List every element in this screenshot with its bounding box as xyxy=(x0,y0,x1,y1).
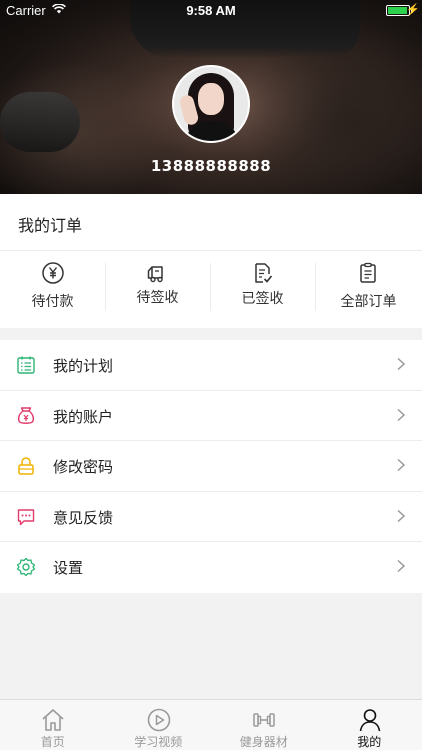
settings-menu: 我的计划 我的账户 修改密码 意见反馈 设置 xyxy=(0,340,422,593)
tab-study-videos[interactable]: 学习视频 xyxy=(106,700,212,750)
tab-label: 首页 xyxy=(40,735,65,749)
user-phone-number: 13888888888 xyxy=(150,157,272,175)
background-dumbbell xyxy=(0,92,80,152)
tab-label: 健身器材 xyxy=(239,735,288,749)
order-signed[interactable]: 已签收 xyxy=(210,251,315,328)
menu-item-my-account[interactable]: 我的账户 xyxy=(0,391,422,441)
signed-document-icon xyxy=(255,263,273,283)
tab-mine[interactable]: 我的 xyxy=(317,700,422,750)
order-status-row: 待付款 待签收 已签收 全部订单 xyxy=(0,251,422,328)
gear-icon xyxy=(16,557,36,577)
plan-list-icon xyxy=(17,356,35,374)
menu-item-feedback[interactable]: 意见反馈 xyxy=(0,492,422,542)
tab-home[interactable]: 首页 xyxy=(0,700,106,750)
menu-item-settings[interactable]: 设置 xyxy=(0,542,422,593)
my-orders-title[interactable]: 我的订单 xyxy=(18,212,82,236)
person-icon xyxy=(359,709,380,732)
chevron-right-icon xyxy=(397,559,406,573)
menu-item-change-password[interactable]: 修改密码 xyxy=(0,441,422,492)
dumbbell-icon xyxy=(253,713,275,727)
menu-item-label: 修改密码 xyxy=(53,458,114,476)
clipboard-list-icon xyxy=(360,262,376,283)
menu-item-label: 设置 xyxy=(53,559,84,577)
delivery-truck-icon xyxy=(147,266,163,283)
tab-bar: 首页 学习视频 健身器材 我的 xyxy=(0,699,422,750)
order-pending-payment[interactable]: 待付款 xyxy=(0,251,105,328)
money-bag-icon xyxy=(17,406,35,424)
my-orders-card: 我的订单 待付款 待签收 已签收 全部订单 xyxy=(0,194,422,328)
profile-header: Carrier 9:58 AM ⚡ 13888888888 xyxy=(0,0,422,194)
menu-item-my-plan[interactable]: 我的计划 xyxy=(0,340,422,391)
lock-icon xyxy=(18,457,34,475)
chevron-right-icon xyxy=(397,357,406,371)
chat-bubble-icon xyxy=(17,508,35,525)
avatar[interactable] xyxy=(172,65,250,143)
menu-item-label: 我的计划 xyxy=(53,357,114,375)
play-circle-icon xyxy=(147,708,170,732)
tab-label: 学习视频 xyxy=(134,735,183,749)
tab-label: 我的 xyxy=(357,735,382,749)
status-bar: Carrier 9:58 AM ⚡ xyxy=(0,0,422,22)
chevron-right-icon xyxy=(397,509,406,522)
order-all[interactable]: 全部订单 xyxy=(315,251,422,328)
home-icon xyxy=(42,709,64,731)
clock: 9:58 AM xyxy=(186,3,236,18)
tab-fitness-equipment[interactable]: 健身器材 xyxy=(211,700,317,750)
yen-circle-icon xyxy=(42,262,64,284)
menu-item-label: 我的账户 xyxy=(53,407,114,426)
order-signed-label: 已签收 xyxy=(241,291,284,307)
chevron-right-icon xyxy=(397,458,406,472)
charging-icon: ⚡ xyxy=(406,4,420,16)
order-pending-payment-label: 待付款 xyxy=(31,294,74,310)
menu-item-label: 意见反馈 xyxy=(53,508,114,527)
order-pending-receipt[interactable]: 待签收 xyxy=(105,251,210,328)
chevron-right-icon xyxy=(397,408,406,421)
order-pending-receipt-label: 待签收 xyxy=(136,290,179,306)
order-all-label: 全部订单 xyxy=(340,294,397,310)
